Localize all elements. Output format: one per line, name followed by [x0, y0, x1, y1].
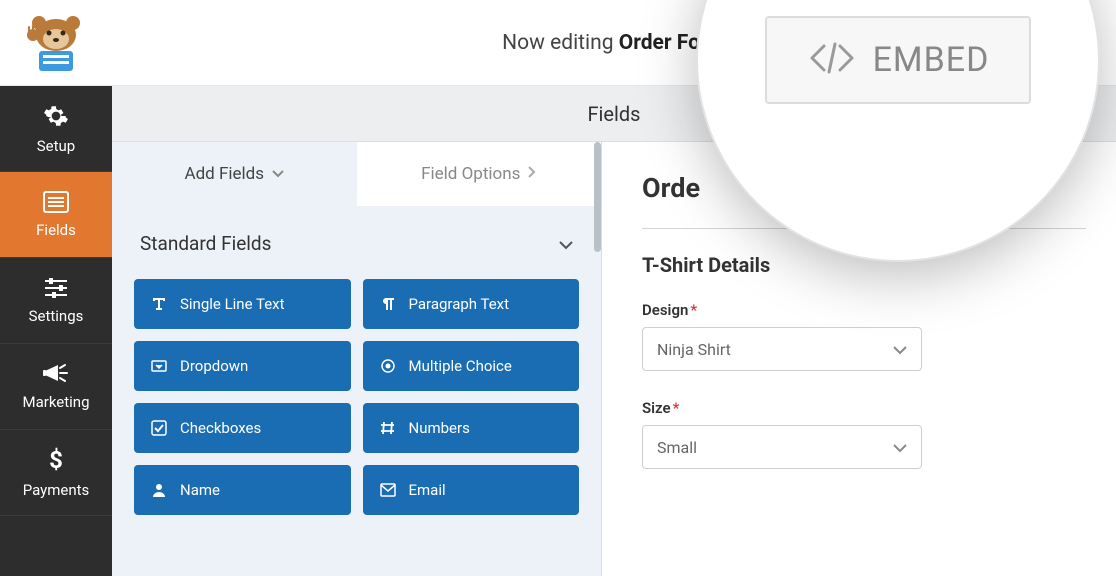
sidebar-item-fields[interactable]: Fields: [0, 172, 112, 258]
code-icon: [807, 40, 857, 80]
field-label: Checkboxes: [180, 419, 261, 437]
radio-icon: [379, 358, 397, 374]
editing-prefix: Now editing: [502, 31, 619, 55]
field-single-line-text[interactable]: Single Line Text: [134, 279, 351, 329]
size-select[interactable]: Small: [642, 425, 922, 469]
field-label: Numbers: [409, 419, 470, 437]
paragraph-icon: [379, 296, 397, 312]
select-value: Small: [657, 438, 697, 457]
chevron-right-icon: [528, 166, 536, 182]
sidebar-item-label: Settings: [29, 307, 84, 325]
field-numbers[interactable]: Numbers: [363, 403, 580, 453]
sidebar-nav: Setup Fields Settings Marketing $ Paymen…: [0, 86, 112, 576]
section-title: Standard Fields: [140, 232, 271, 255]
left-tabs: Add Fields Field Options: [112, 142, 601, 206]
chevron-down-icon: [893, 340, 907, 359]
sidebar-item-label: Marketing: [22, 393, 89, 411]
sliders-icon: [43, 277, 69, 299]
sidebar-item-payments[interactable]: $ Payments: [0, 430, 112, 516]
list-icon: [43, 191, 69, 213]
mail-icon: [379, 483, 397, 497]
chevron-down-icon: [272, 166, 284, 182]
subheader-label: Fields: [588, 102, 641, 126]
embed-label: EMBED: [873, 40, 990, 80]
tab-label: Field Options: [421, 164, 520, 184]
checkbox-icon: [150, 420, 168, 436]
chevron-down-icon: [559, 232, 573, 255]
sidebar-item-label: Payments: [23, 481, 90, 499]
scrollbar-thumb[interactable]: [594, 142, 601, 252]
chevron-down-icon: [893, 438, 907, 457]
sidebar-item-marketing[interactable]: Marketing: [0, 344, 112, 430]
field-paragraph-text[interactable]: Paragraph Text: [363, 279, 580, 329]
text-icon: [150, 296, 168, 312]
app-logo: [0, 13, 112, 73]
field-label: Multiple Choice: [409, 357, 512, 375]
dropdown-icon: [150, 358, 168, 374]
select-value: Ninja Shirt: [657, 340, 731, 359]
tab-label: Add Fields: [184, 164, 264, 184]
field-label: Paragraph Text: [409, 295, 510, 313]
tab-add-fields[interactable]: Add Fields: [112, 142, 357, 206]
bullhorn-icon: [43, 363, 69, 385]
tab-field-options[interactable]: Field Options: [357, 142, 602, 206]
field-multiple-choice[interactable]: Multiple Choice: [363, 341, 580, 391]
bear-logo-icon: [21, 13, 91, 73]
add-fields-panel: Add Fields Field Options Standard Fields: [112, 142, 602, 576]
user-icon: [150, 482, 168, 498]
embed-button[interactable]: EMBED: [765, 16, 1032, 104]
svg-text:$: $: [49, 447, 63, 473]
required-mark: *: [690, 301, 697, 319]
field-label: Dropdown: [180, 357, 248, 375]
gear-icon: [43, 103, 69, 129]
size-label: Size*: [642, 399, 1086, 417]
required-mark: *: [673, 399, 680, 417]
sidebar-item-label: Fields: [36, 221, 76, 239]
design-label: Design*: [642, 301, 1086, 319]
field-dropdown[interactable]: Dropdown: [134, 341, 351, 391]
design-select[interactable]: Ninja Shirt: [642, 327, 922, 371]
section-standard-fields[interactable]: Standard Fields: [112, 206, 601, 265]
field-email[interactable]: Email: [363, 465, 580, 515]
hash-icon: [379, 420, 397, 436]
sidebar-item-settings[interactable]: Settings: [0, 258, 112, 344]
field-checkboxes[interactable]: Checkboxes: [134, 403, 351, 453]
field-name[interactable]: Name: [134, 465, 351, 515]
sidebar-item-setup[interactable]: Setup: [0, 86, 112, 172]
dollar-icon: $: [47, 447, 65, 473]
field-label: Name: [180, 481, 220, 499]
field-grid: Single Line Text Paragraph Text Dropdown…: [112, 265, 601, 545]
sidebar-item-label: Setup: [37, 137, 75, 155]
field-label: Email: [409, 481, 446, 499]
field-label: Single Line Text: [180, 295, 285, 313]
